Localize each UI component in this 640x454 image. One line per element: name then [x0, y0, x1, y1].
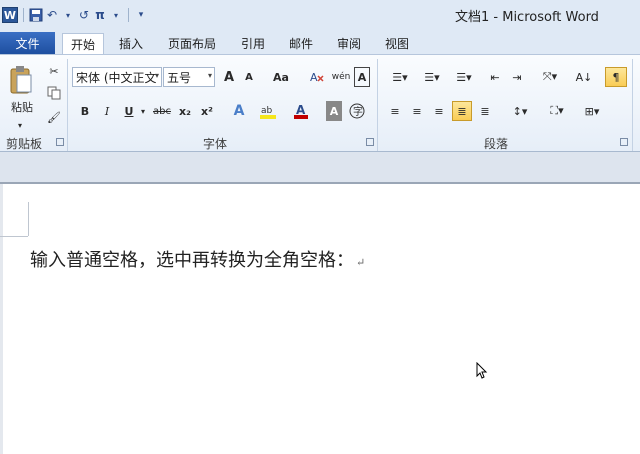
svg-text:字: 字: [353, 105, 363, 118]
font-name-combo[interactable]: 宋体 (中文正文 ▾: [72, 67, 162, 87]
paragraph-mark-icon: ↵: [356, 256, 366, 269]
sort-icon[interactable]: A↓: [574, 67, 594, 87]
change-case-button[interactable]: Aa: [270, 67, 292, 87]
qat-divider: [23, 8, 24, 22]
margin-corner-mark: [0, 236, 28, 237]
clear-formatting-icon[interactable]: A: [308, 67, 326, 87]
cut-icon[interactable]: ✂: [44, 61, 64, 81]
superscript-button[interactable]: x²: [198, 101, 216, 121]
tab-references[interactable]: 引用: [232, 33, 274, 54]
tab-view[interactable]: 视图: [376, 33, 418, 54]
grow-font-button[interactable]: A: [220, 67, 238, 87]
increase-indent-icon[interactable]: ⇥: [508, 67, 526, 87]
paste-button[interactable]: 粘贴: [6, 97, 38, 117]
document-text[interactable]: 输入普通空格，选中再转换为全角空格： ↵: [30, 246, 365, 272]
borders-icon[interactable]: ⊞▾: [578, 101, 606, 121]
italic-button[interactable]: I: [98, 101, 116, 121]
shading-icon[interactable]: ⛶▾: [542, 101, 572, 121]
highlight-icon[interactable]: ab: [258, 101, 278, 121]
line-spacing-icon[interactable]: ↕▾: [506, 101, 534, 121]
chevron-down-icon: ▾: [207, 71, 212, 80]
tab-home[interactable]: 开始: [62, 33, 104, 54]
font-size-combo[interactable]: 五号 ▾: [163, 67, 215, 87]
clipboard-group-label: 剪贴板: [6, 137, 43, 151]
svg-text:A: A: [310, 71, 318, 84]
tab-page-layout[interactable]: 页面布局: [160, 33, 224, 54]
group-divider: [632, 59, 633, 151]
show-marks-icon[interactable]: ¶: [605, 67, 627, 87]
pi-dropdown-icon[interactable]: ▾: [109, 6, 123, 24]
paragraph-launcher-icon[interactable]: [620, 138, 628, 146]
title-bar: W ↶ ▾ ↺ π ▾ ▾ 文档1 - Microsoft Word: [0, 0, 640, 30]
chinese-layout-icon[interactable]: ⤧▾: [536, 67, 564, 87]
mouse-pointer-icon: [476, 361, 488, 383]
chevron-down-icon: ▾: [154, 71, 159, 80]
character-border-button[interactable]: A: [354, 67, 370, 87]
bullets-icon[interactable]: ☰▾: [386, 67, 414, 87]
font-size-value: 五号: [167, 70, 192, 85]
group-divider: [67, 59, 68, 151]
tab-review[interactable]: 审阅: [328, 33, 370, 54]
window-title: 文档1 - Microsoft Word: [455, 10, 599, 25]
qat-divider: [128, 8, 129, 22]
ribbon-tabs: 文件 开始 插入 页面布局 引用 邮件 审阅 视图: [0, 30, 640, 54]
tab-mailings[interactable]: 邮件: [280, 33, 322, 54]
document-page[interactable]: 输入普通空格，选中再转换为全角空格： ↵: [0, 182, 640, 454]
shrink-font-button[interactable]: A: [240, 67, 258, 87]
save-icon[interactable]: [29, 6, 43, 24]
quick-access-toolbar: W ↶ ▾ ↺ π ▾ ▾: [2, 5, 148, 25]
word-logo-icon[interactable]: W: [2, 7, 18, 23]
undo-icon[interactable]: ↶: [45, 6, 59, 24]
group-divider: [377, 59, 378, 151]
redo-icon[interactable]: ↺: [77, 6, 91, 24]
font-launcher-icon[interactable]: [366, 138, 374, 146]
tab-insert[interactable]: 插入: [110, 33, 152, 54]
svg-text:A: A: [296, 103, 306, 117]
numbering-icon[interactable]: ☰▾: [418, 67, 446, 87]
align-center-icon[interactable]: ≡: [408, 101, 426, 121]
format-painter-icon[interactable]: 🖌: [44, 107, 64, 127]
font-color-icon[interactable]: A: [292, 101, 310, 121]
align-right-icon[interactable]: ≡: [430, 101, 448, 121]
strikethrough-button[interactable]: abc: [150, 101, 174, 121]
paste-dropdown-icon[interactable]: ▾: [10, 115, 30, 135]
copy-icon[interactable]: [44, 83, 64, 103]
paragraph-text: 输入普通空格，选中再转换为全角空格：: [30, 250, 354, 271]
tab-file[interactable]: 文件: [0, 32, 55, 54]
distributed-icon[interactable]: ≣: [476, 101, 494, 121]
align-left-icon[interactable]: ≡: [386, 101, 404, 121]
undo-dropdown-icon[interactable]: ▾: [61, 6, 75, 24]
ribbon: 粘贴 ▾ ✂ 🖌 剪贴板 宋体 (中文正文 ▾ 五号 ▾ A A Aa A wé…: [0, 54, 640, 152]
margin-corner-mark: [28, 202, 29, 236]
underline-button[interactable]: U: [120, 101, 138, 121]
customize-qat-icon[interactable]: ▾: [134, 6, 148, 24]
font-group-label: 字体: [203, 137, 228, 151]
character-shading-icon[interactable]: A: [326, 101, 342, 121]
bold-button[interactable]: B: [76, 101, 94, 121]
enclose-characters-icon[interactable]: 字: [348, 101, 366, 121]
clipboard-launcher-icon[interactable]: [56, 138, 64, 146]
svg-text:ab: ab: [261, 106, 273, 116]
justify-icon[interactable]: ≣: [452, 101, 472, 121]
text-effects-icon[interactable]: A: [230, 101, 248, 121]
font-name-value: 宋体 (中文正文: [76, 70, 157, 85]
decrease-indent-icon[interactable]: ⇤: [486, 67, 504, 87]
ruler-area: [0, 152, 640, 182]
phonetic-guide-icon[interactable]: wén: [332, 67, 351, 87]
page-edge: [0, 184, 3, 454]
paragraph-group-label: 段落: [484, 137, 509, 151]
equation-pi-icon[interactable]: π: [93, 6, 107, 24]
multilevel-list-icon[interactable]: ☰▾: [450, 67, 478, 87]
paste-icon[interactable]: [6, 61, 36, 99]
subscript-button[interactable]: x₂: [176, 101, 194, 121]
underline-dropdown-icon[interactable]: ▾: [138, 101, 148, 121]
